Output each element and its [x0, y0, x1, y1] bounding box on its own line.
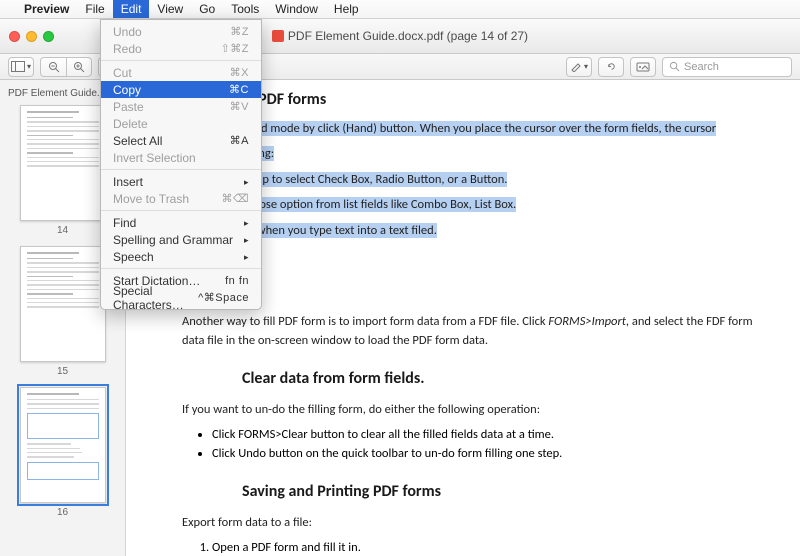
search-icon — [669, 61, 680, 72]
sidebar-toggle-button[interactable]: ▾ — [8, 57, 34, 77]
highlight-button[interactable]: ▾ — [566, 57, 592, 77]
menu-edit[interactable]: Edit — [113, 0, 150, 18]
zoom-in-button[interactable] — [66, 57, 92, 77]
menu-item-find[interactable]: Find — [101, 214, 261, 231]
zoom-out-button[interactable] — [40, 57, 66, 77]
thumbnail-page-number: 15 — [0, 366, 125, 377]
menu-separator — [101, 210, 261, 211]
menu-window[interactable]: Window — [267, 0, 326, 18]
menu-item-spelling-and-grammar[interactable]: Spelling and Grammar — [101, 231, 261, 248]
export-steps-list: Open a PDF form and fill it in.Click FOR… — [182, 538, 776, 556]
minimize-window-button[interactable] — [26, 31, 37, 42]
menu-item-select-all[interactable]: Select All⌘A — [101, 132, 261, 149]
rotate-button[interactable] — [598, 57, 624, 77]
selected-text-line: , change to Hand mode by click (Hand) bu… — [182, 119, 776, 138]
list-item: Click Undo button on the quick toolbar t… — [212, 444, 776, 463]
menu-app[interactable]: Preview — [16, 0, 77, 18]
selected-text-line: . This will help when you type text into… — [182, 221, 776, 240]
pdf-file-icon — [272, 30, 284, 42]
close-window-button[interactable] — [9, 31, 20, 42]
edit-menu-dropdown: Undo⌘ZRedo⇧⌘Z Cut⌘XCopy⌘CPaste⌘VDeleteSel… — [100, 19, 262, 310]
list-item: Open a PDF form and fill it in. — [212, 538, 776, 556]
menu-item-paste: Paste⌘V — [101, 98, 261, 115]
clear-bullet-list: Click FORMS>Clear button to clear all th… — [182, 425, 776, 464]
menu-item-move-to-trash: Move to Trash⌘⌫ — [101, 190, 261, 207]
heading-saving-printing: Saving and Printing PDF forms — [242, 482, 776, 501]
menu-tools[interactable]: Tools — [223, 0, 267, 18]
zoom-group — [40, 57, 92, 77]
menu-item-delete: Delete — [101, 115, 261, 132]
menu-item-speech[interactable]: Speech — [101, 248, 261, 265]
menu-item-insert[interactable]: Insert — [101, 173, 261, 190]
p-clear-intro: If you want to un-do the filling form, d… — [182, 400, 776, 419]
thumbnail-page-number: 16 — [0, 507, 125, 518]
selected-text-line: will help to choose option from list fie… — [182, 195, 776, 214]
list-item: Click FORMS>Clear button to clear all th… — [212, 425, 776, 444]
selected-text-line: e of the following: — [182, 144, 776, 163]
p-export-intro: Export form data to a file: — [182, 513, 776, 532]
menu-item-copy[interactable]: Copy⌘C — [101, 81, 261, 98]
zoom-window-button[interactable] — [43, 31, 54, 42]
menu-file[interactable]: File — [77, 0, 112, 18]
menu-item-redo: Redo⇧⌘Z — [101, 40, 261, 57]
thumbnail-page-16[interactable]: 16 — [0, 387, 125, 518]
heading-fill-forms: in PDF forms — [242, 90, 776, 109]
menu-view[interactable]: View — [149, 0, 191, 18]
p-import-fdf: Another way to fill PDF form is to impor… — [182, 312, 776, 351]
system-menubar: Preview File Edit View Go Tools Window H… — [0, 0, 800, 19]
menu-item-undo: Undo⌘Z — [101, 23, 261, 40]
heading-clear-data: Clear data from form fields. — [242, 369, 776, 388]
menu-item-cut: Cut⌘X — [101, 64, 261, 81]
markup-toolbar-button[interactable] — [630, 57, 656, 77]
menu-go[interactable]: Go — [191, 0, 223, 18]
menu-separator — [101, 60, 261, 61]
menu-separator — [101, 169, 261, 170]
menu-item-special-characters[interactable]: Special Characters…^⌘Space — [101, 289, 261, 306]
selected-text-line: ger. This will help to select Check Box,… — [182, 170, 776, 189]
menu-item-invert-selection: Invert Selection — [101, 149, 261, 166]
traffic-lights — [0, 31, 54, 42]
search-placeholder: Search — [684, 61, 719, 73]
search-input[interactable]: Search — [662, 57, 792, 77]
menu-help[interactable]: Help — [326, 0, 367, 18]
menu-separator — [101, 268, 261, 269]
